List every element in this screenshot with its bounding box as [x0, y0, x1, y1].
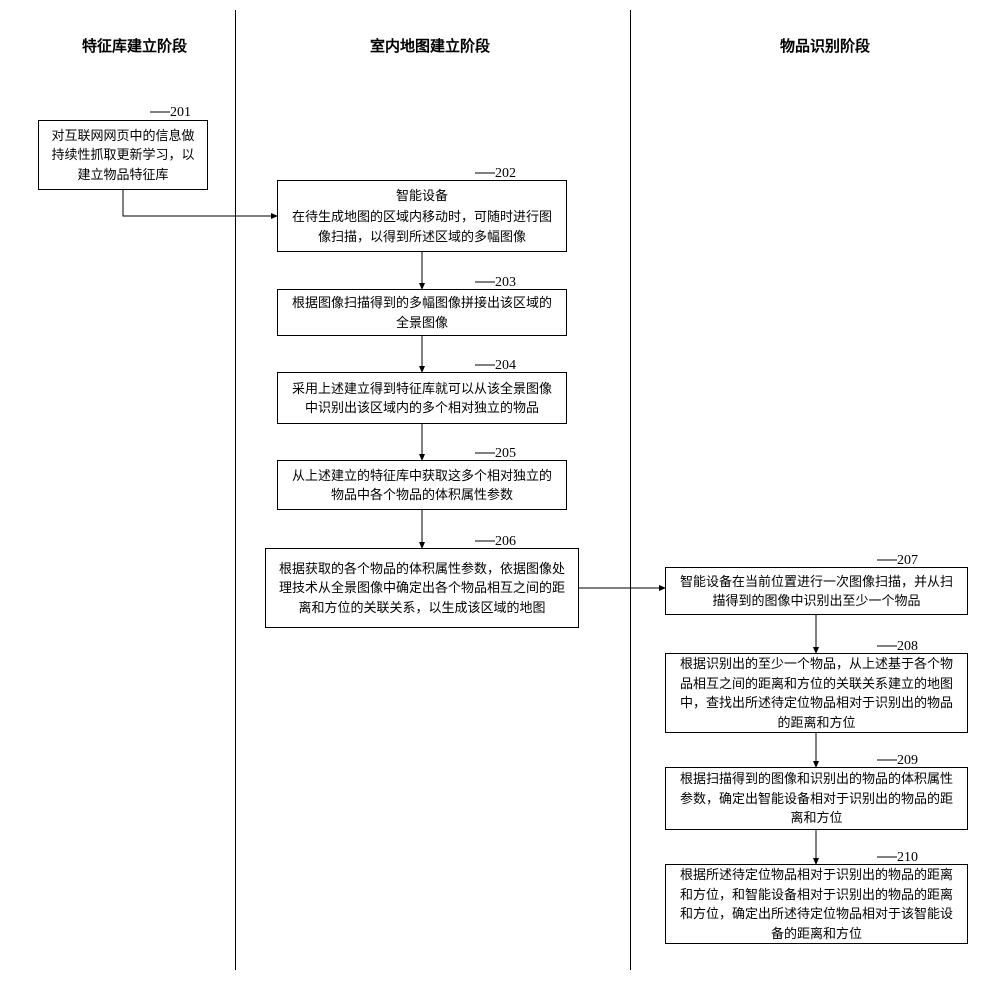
connectors	[0, 0, 1000, 983]
